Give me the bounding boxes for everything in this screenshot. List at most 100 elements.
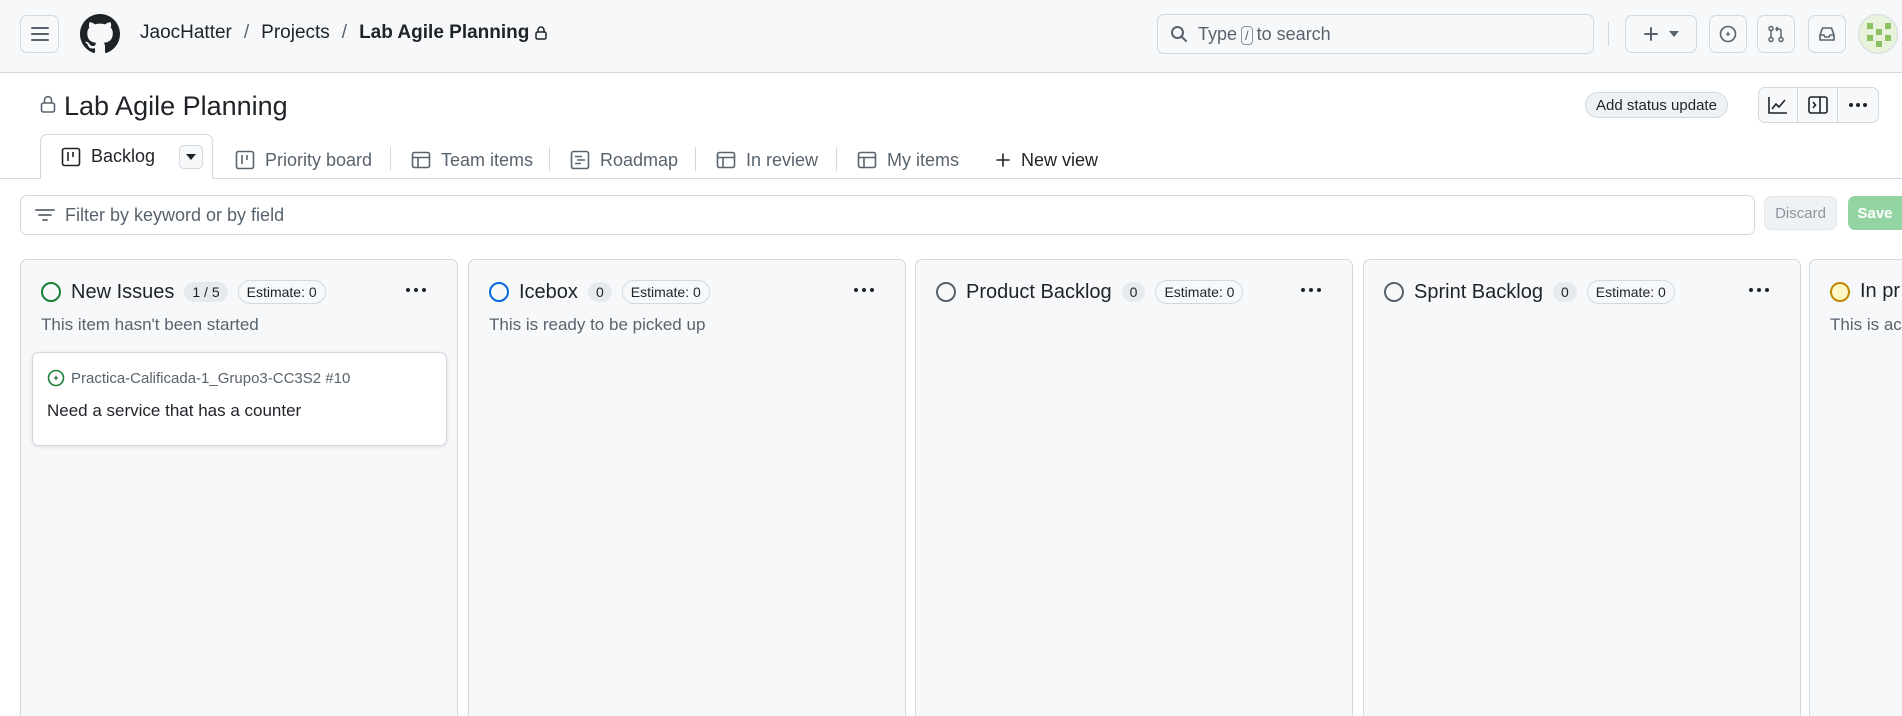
breadcrumb-separator: / <box>341 22 348 43</box>
breadcrumb-separator: / <box>243 22 250 43</box>
github-logo-icon[interactable] <box>80 14 120 54</box>
breadcrumb-current[interactable]: Lab Agile Planning <box>359 22 529 44</box>
board-column-sprint-backlog: Sprint Backlog 0 Estimate: 0 <box>1363 259 1801 716</box>
board-column-in-progress: In pr This is act <box>1809 259 1902 716</box>
column-menu-button[interactable] <box>1300 280 1322 298</box>
issues-button[interactable] <box>1709 15 1747 53</box>
inbox-icon <box>1819 27 1835 41</box>
save-button[interactable]: Save <box>1848 196 1902 230</box>
search-input[interactable]: Type / to search <box>1157 14 1594 54</box>
board-scroll-clip: In pr This is act <box>1809 259 1902 716</box>
tab-divider <box>549 147 550 171</box>
tab-label: Roadmap <box>600 149 679 170</box>
triangle-down-icon <box>1669 31 1679 37</box>
column-estimate: Estimate: 0 <box>237 280 326 304</box>
page-title: Lab Agile Planning <box>64 91 288 121</box>
status-circle-icon <box>489 282 509 302</box>
column-estimate: Estimate: 0 <box>1155 280 1244 304</box>
roadmap-icon <box>570 150 590 170</box>
search-prefix: Type <box>1198 23 1238 44</box>
column-menu-button[interactable] <box>853 280 875 298</box>
tabs-underline <box>0 178 1902 179</box>
table-icon <box>857 151 877 169</box>
column-name: Sprint Backlog <box>1414 280 1543 303</box>
git-pull-request-icon <box>1768 25 1784 43</box>
kebab-horizontal-icon <box>1749 288 1769 292</box>
column-menu-button[interactable] <box>405 280 427 298</box>
filter-input[interactable]: Filter by keyword or by field <box>20 195 1755 235</box>
column-count: 0 <box>1552 282 1577 302</box>
column-count: 1 / 5 <box>184 282 228 302</box>
tab-divider <box>695 147 696 171</box>
tab-divider <box>836 147 837 171</box>
graph-icon <box>1768 97 1787 114</box>
project-board-icon <box>235 150 255 170</box>
search-suffix: to search <box>1256 23 1331 44</box>
inbox-button[interactable] <box>1808 15 1846 53</box>
kebab-horizontal-icon <box>1849 103 1867 107</box>
column-menu-button[interactable] <box>1748 280 1770 298</box>
column-description: This item hasn't been started <box>41 315 259 334</box>
app-header: JaocHatter / Projects / Lab Agile Planni… <box>0 0 1902 73</box>
card-repo: Practica-Calificada-1_Grupo3-CC3S2 #10 <box>47 369 350 387</box>
board-column-new-issues: New Issues 1 / 5 Estimate: 0 This item h… <box>20 259 458 716</box>
identicon-icon <box>1867 23 1891 47</box>
column-name: In pr <box>1860 280 1901 302</box>
menu-icon <box>30 27 49 41</box>
tab-priority-board[interactable]: Priority board <box>235 142 372 178</box>
create-new-button[interactable] <box>1625 15 1697 53</box>
tab-team-items[interactable]: Team items <box>411 142 533 178</box>
tab-in-review[interactable]: In review <box>716 142 818 178</box>
card-title[interactable]: Need a service that has a counter <box>47 401 301 421</box>
new-view-button[interactable]: New view <box>995 142 1098 178</box>
column-header: Product Backlog 0 Estimate: 0 <box>936 280 1244 304</box>
column-estimate: Estimate: 0 <box>1586 280 1675 304</box>
plus-icon <box>996 153 1010 167</box>
status-circle-icon <box>1384 282 1404 302</box>
column-name: Product Backlog <box>966 280 1112 303</box>
search-icon <box>1171 26 1187 42</box>
tab-my-items[interactable]: My items <box>857 142 959 178</box>
column-count: 0 <box>587 282 612 302</box>
menu-button[interactable] <box>20 15 59 53</box>
lock-icon <box>535 26 548 40</box>
column-header: Sprint Backlog 0 Estimate: 0 <box>1384 280 1675 304</box>
plus-icon <box>1644 27 1658 41</box>
column-estimate: Estimate: 0 <box>621 280 710 304</box>
kebab-horizontal-icon <box>406 288 426 292</box>
table-icon <box>716 151 736 169</box>
project-lock-icon <box>40 95 56 118</box>
status-circle-icon <box>936 282 956 302</box>
issue-card[interactable]: Practica-Calificada-1_Grupo3-CC3S2 #10 N… <box>32 352 447 446</box>
breadcrumb-projects[interactable]: Projects <box>261 22 330 44</box>
triangle-down-icon <box>186 153 197 160</box>
board-column-icebox: Icebox 0 Estimate: 0 This is ready to be… <box>468 259 906 716</box>
card-repo-label[interactable]: Practica-Calificada-1_Grupo3-CC3S2 #10 <box>71 370 350 387</box>
kebab-horizontal-icon <box>854 288 874 292</box>
column-header: New Issues 1 / 5 Estimate: 0 <box>41 280 326 304</box>
add-status-update-button[interactable]: Add status update <box>1585 92 1728 118</box>
tab-label: In review <box>746 149 819 170</box>
tab-label: Priority board <box>265 149 373 170</box>
column-name: Icebox <box>519 280 578 303</box>
tab-divider <box>390 147 391 171</box>
column-description: This is act <box>1830 315 1902 334</box>
tab-label: My items <box>887 149 959 170</box>
pull-requests-button[interactable] <box>1757 15 1795 53</box>
tab-backlog[interactable]: Backlog <box>40 134 213 179</box>
column-description: This is ready to be picked up <box>489 315 706 334</box>
view-options-button[interactable] <box>179 144 204 169</box>
breadcrumb-owner[interactable]: JaocHatter <box>140 22 232 44</box>
insights-button[interactable] <box>1758 87 1798 123</box>
table-icon <box>411 151 431 169</box>
discard-button[interactable]: Discard <box>1764 196 1837 230</box>
tab-roadmap[interactable]: Roadmap <box>570 142 678 178</box>
sidebar-expand-icon <box>1807 96 1828 114</box>
tab-label: Backlog <box>91 146 156 166</box>
project-more-button[interactable] <box>1838 87 1879 123</box>
status-circle-icon <box>1830 281 1850 302</box>
new-view-label: New view <box>1021 149 1099 170</box>
status-circle-icon <box>41 282 61 302</box>
avatar[interactable] <box>1858 14 1898 54</box>
side-panel-button[interactable] <box>1798 87 1838 123</box>
